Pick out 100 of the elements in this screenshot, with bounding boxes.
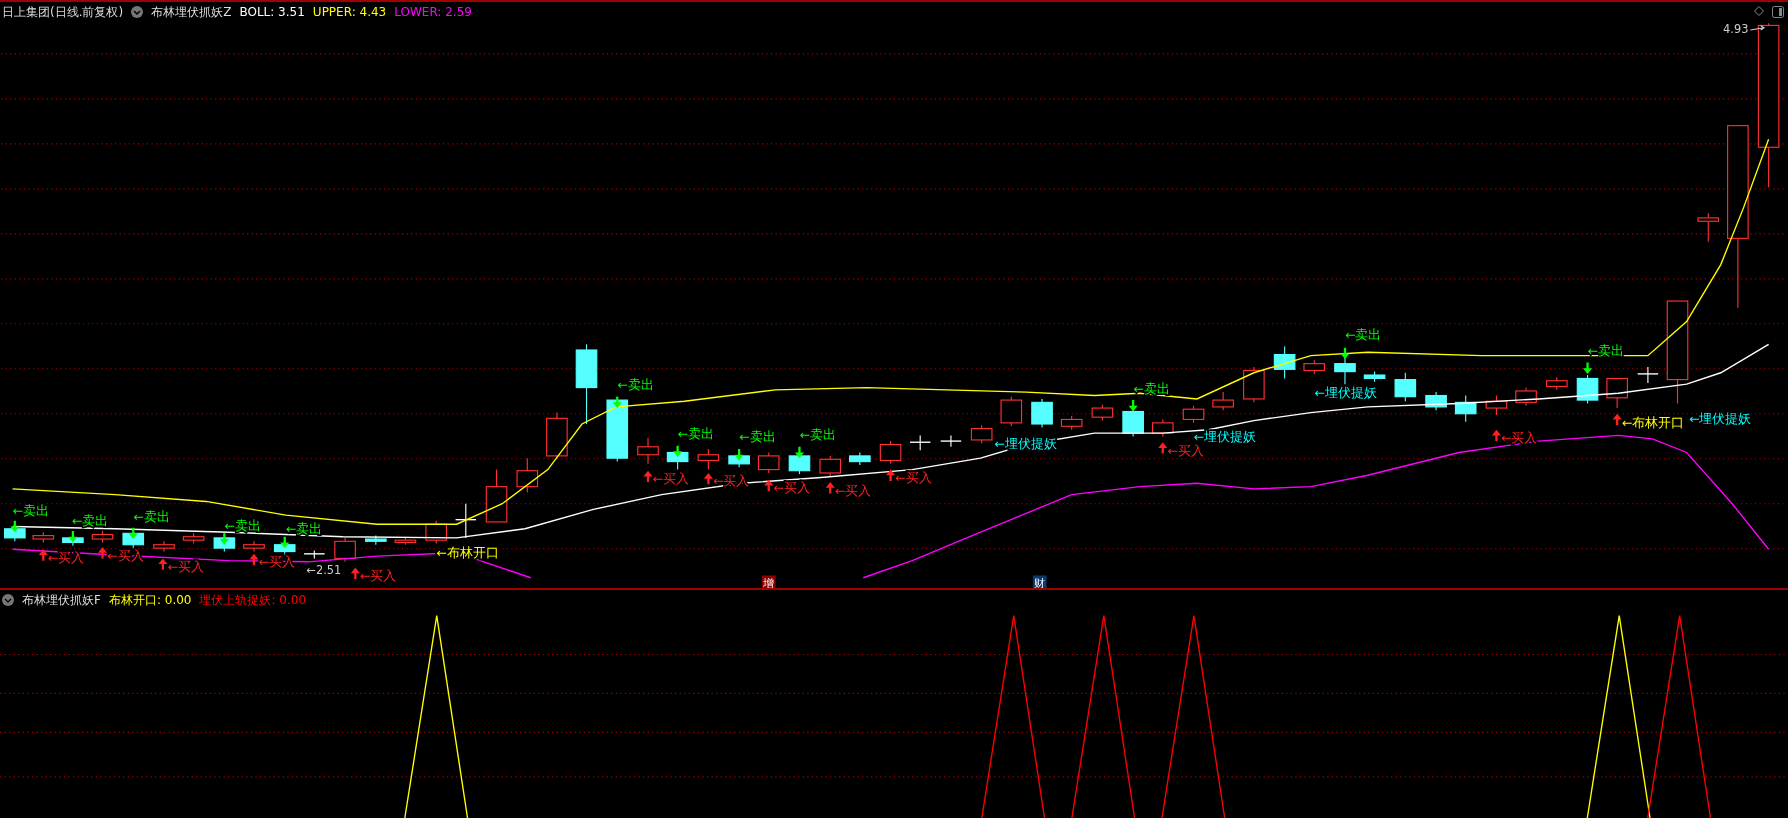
candlestick xyxy=(516,457,539,493)
signal-label: ←布林开口 xyxy=(1621,415,1685,431)
stock-title: 日上集团(日线.前复权) xyxy=(2,3,124,21)
signal-label: ←埋伏提妖 xyxy=(1193,429,1256,445)
candlestick xyxy=(1303,359,1326,375)
up-arrow-icon xyxy=(158,558,168,570)
signal-label: ←买入 xyxy=(167,558,204,574)
candlestick xyxy=(849,451,871,466)
candlestick xyxy=(1212,391,1234,411)
candlestick xyxy=(1425,391,1447,411)
candlestick xyxy=(485,469,508,523)
candlestick xyxy=(697,448,720,471)
down-arrow-icon xyxy=(1128,400,1138,412)
signal-label: ←卖出 xyxy=(1587,342,1625,358)
candlestick xyxy=(1243,366,1265,403)
period-mark: 增 xyxy=(763,575,775,588)
signal-label: ←卖出 xyxy=(617,376,654,392)
signal-label: ←买入 xyxy=(47,549,85,565)
pointer-arrow-icon xyxy=(1749,24,1766,31)
candlestick xyxy=(1151,418,1174,438)
candlestick xyxy=(940,434,962,448)
candlestick xyxy=(1485,394,1508,416)
up-arrow-icon xyxy=(38,549,48,561)
up-arrow-icon xyxy=(764,479,774,492)
indicator-name: 布林埋伏抓妖F xyxy=(22,591,101,609)
candlestick xyxy=(879,440,902,465)
candlestick xyxy=(1000,396,1023,427)
down-arrow-icon xyxy=(734,449,744,461)
indicator-value: 布林开口: 0.00 xyxy=(108,591,192,609)
signal-label: ←卖出 xyxy=(133,508,170,524)
candlestick xyxy=(1394,372,1417,402)
down-arrow-icon xyxy=(612,396,622,409)
candlestick xyxy=(334,537,356,563)
signal-label: ←买入 xyxy=(773,480,810,496)
signal-label: ←买入 xyxy=(834,482,872,498)
dropdown-circle-icon[interactable] xyxy=(2,594,14,606)
signal-label: ←卖出 xyxy=(285,521,323,537)
indicator-value: 埋伏上轨捉妖: 0.00 xyxy=(199,591,307,609)
candlestick xyxy=(1334,355,1356,385)
signal-label: ←买入 xyxy=(895,470,932,486)
candlestick xyxy=(303,549,326,559)
signal-label: ←买入 xyxy=(359,568,397,584)
down-arrow-icon xyxy=(794,446,805,459)
candlestick xyxy=(454,503,477,539)
up-arrow-icon xyxy=(703,473,713,485)
candlestick xyxy=(1546,376,1568,391)
indicator-value: BOLL: 3.51 xyxy=(239,5,305,19)
signal-label: ←卖出 xyxy=(1345,326,1382,342)
candlestick xyxy=(1060,415,1083,431)
candlestick xyxy=(970,424,993,444)
down-arrow-icon xyxy=(1340,347,1350,360)
candlestick xyxy=(1576,374,1599,405)
candlestick xyxy=(153,540,175,553)
up-arrow-icon xyxy=(825,482,835,494)
candlestick xyxy=(819,455,842,477)
panel-toggle-icon[interactable] xyxy=(1772,6,1784,18)
candlestick xyxy=(606,396,629,463)
up-arrow-icon xyxy=(97,547,108,559)
down-arrow-icon xyxy=(1583,362,1593,374)
down-arrow-icon xyxy=(10,520,20,533)
signal-label: ←卖出 xyxy=(71,513,109,529)
signal-label: ←卖出 xyxy=(677,425,715,441)
candlestick xyxy=(425,520,447,545)
down-arrow-icon xyxy=(280,536,290,549)
signal-label: ←卖出 xyxy=(12,503,50,519)
up-arrow-icon xyxy=(1158,442,1168,454)
candlestick xyxy=(1515,387,1537,407)
down-arrow-icon xyxy=(68,531,78,543)
candlestick xyxy=(394,536,417,546)
candlestick xyxy=(1031,398,1053,428)
candlestick xyxy=(1182,405,1205,424)
candlestick xyxy=(32,531,55,544)
signal-label: ←卖出 xyxy=(224,517,261,533)
down-arrow-icon xyxy=(219,533,229,545)
candlestick xyxy=(1273,346,1296,379)
candlestick xyxy=(1091,404,1114,422)
price-label: 4.93 xyxy=(1723,22,1749,37)
candlestick xyxy=(1363,371,1386,383)
signal-label: ←埋伏提妖 xyxy=(1314,384,1377,400)
indicator-value: LOWER: 2.59 xyxy=(394,5,472,19)
indicator-value: UPPER: 4.43 xyxy=(312,5,387,19)
candlestick xyxy=(637,437,659,465)
signal-label: ←买入 xyxy=(1501,430,1538,446)
dropdown-circle-icon[interactable] xyxy=(131,6,144,18)
candlestick xyxy=(365,535,387,546)
signal-label: ←埋伏提妖 xyxy=(1688,410,1752,426)
candlestick xyxy=(546,412,568,459)
down-arrow-icon xyxy=(673,445,683,458)
candlestick xyxy=(909,434,932,451)
indicator-name: 布林埋伏抓妖Z xyxy=(151,3,232,21)
up-arrow-icon xyxy=(886,469,896,481)
signal-label: ←卖出 xyxy=(799,426,836,442)
candlestick xyxy=(1454,394,1477,423)
up-arrow-icon xyxy=(350,567,360,579)
signal-label: ←卖出 xyxy=(1133,381,1170,397)
candlestick xyxy=(1636,366,1659,384)
candlestick xyxy=(243,540,265,553)
candlestick xyxy=(182,532,205,545)
signal-label: ←卖出 xyxy=(739,429,776,445)
candlestick xyxy=(91,530,114,544)
